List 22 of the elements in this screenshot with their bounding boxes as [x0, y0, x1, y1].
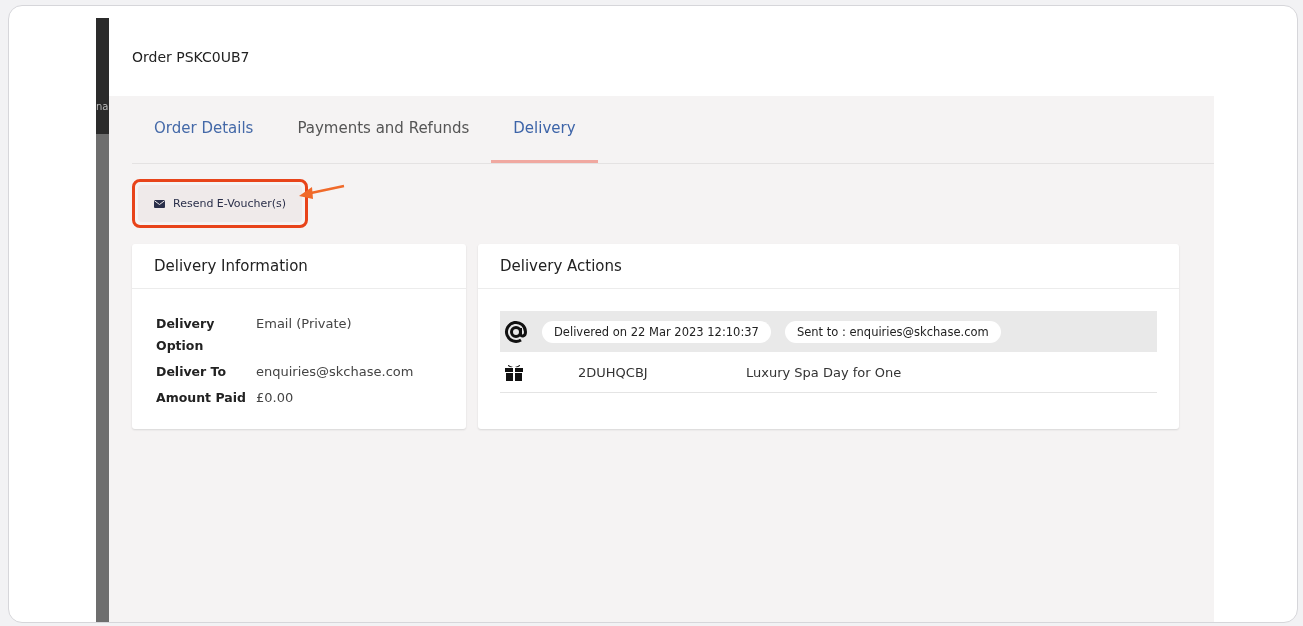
card-title: Delivery Information — [154, 257, 308, 275]
field-value: £0.00 — [256, 389, 295, 407]
field-value: enquiries@skchase.com — [256, 363, 415, 381]
card-title: Delivery Actions — [500, 257, 622, 275]
tab[interactable]: Payments and Refunds — [275, 96, 492, 163]
resend-button[interactable]: Resend E-Voucher(s) — [138, 185, 303, 222]
voucher-code: 2DUHQCBJ — [577, 364, 649, 380]
modal-title: Order PSKC0UB7 — [132, 49, 250, 65]
field-label: Deliver To — [156, 363, 228, 381]
gift-icon — [504, 362, 524, 382]
tab[interactable]: Delivery — [491, 96, 598, 163]
recipient-pill: Sent to : enquiries@skchase.com — [784, 320, 1001, 343]
at-sign-icon — [504, 319, 528, 344]
field-label: Delivery Option — [156, 315, 216, 355]
backdrop-text: na — [96, 101, 109, 112]
field-value: Email (Private) — [256, 315, 353, 333]
envelope-icon — [154, 199, 165, 208]
field-label: Amount Paid — [156, 389, 247, 407]
product-name: Luxury Spa Day for One — [746, 364, 902, 380]
delivered-pill: Delivered on 22 Mar 2023 12:10:37 — [542, 320, 771, 343]
pointer-arrow — [297, 184, 345, 202]
tab[interactable]: Order Details — [132, 96, 276, 163]
